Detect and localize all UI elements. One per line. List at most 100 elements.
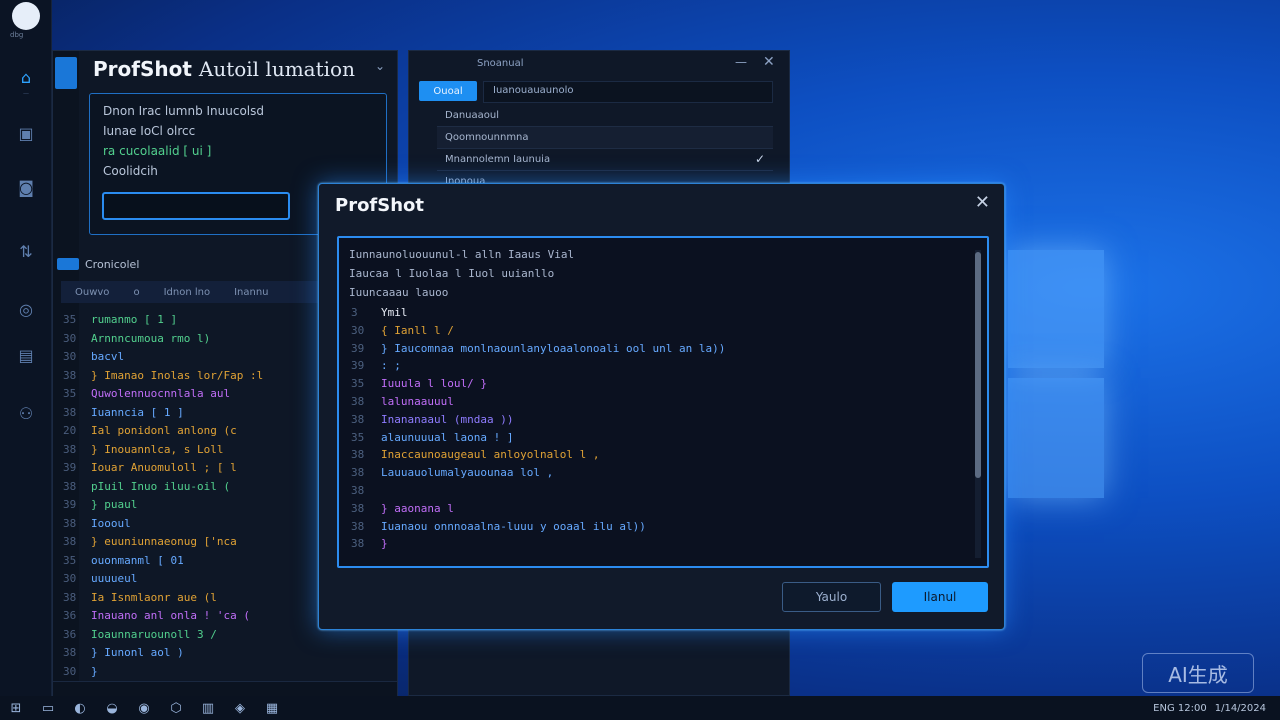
settings-row[interactable]: Mnannolemn Iaunuia ✓ [437, 149, 773, 171]
line-number: 38 [351, 483, 365, 497]
editor-header-line: Iaucaa l Iuolaa l Iuol uuianllo [349, 267, 555, 280]
panel-title: Cronicolel [85, 257, 140, 271]
taskbar: ⊞ ▭ ◐ ◒ ◉ ⬡ ▥ ◈ ▦ ENG 12:00 1/14/2024 [0, 696, 1280, 720]
chevron-down-icon[interactable]: ⌄ [375, 59, 385, 73]
line-number: 39 [351, 359, 365, 373]
code-text: uuuueul [91, 572, 138, 585]
code-text: { Ianll l / [381, 323, 454, 337]
line-number: 38 [63, 405, 77, 419]
code-line: 30 bacvl [61, 350, 323, 369]
code-line: 36 Ioaunnaruounoll 3 / [61, 628, 323, 647]
close-icon[interactable]: ✕ [763, 54, 775, 70]
dialog-code-editor[interactable]: Iunnaunoluouunul-l alln Iaaus Vial Iauca… [337, 236, 989, 568]
code-editor-left[interactable]: 35 rumanmo [ 1 ] 30 Arnnncumoua rmo l) 30 … [61, 313, 323, 702]
rail-item-chat[interactable]: ◙ [8, 178, 44, 218]
line-number: 3 [351, 306, 358, 319]
code-text: Ia Isnmlaonr aue (l [91, 590, 217, 604]
code-text: Inauano anl onla ! 'ca ( [91, 609, 250, 622]
info-line: Dnon Irac lumnb Inuucolsd [103, 104, 265, 118]
panel-chip[interactable] [57, 258, 79, 270]
column-header[interactable]: o [133, 287, 139, 298]
code-line: 35 Quwolennuocnnlala aul [61, 387, 323, 406]
code-line: 39 } puaul [61, 498, 323, 517]
code-line: 38 Iuanncia [ 1 ] [61, 406, 323, 425]
code-line: 39 } Iaucomnaa monlnaounlanyloaalonoali … [351, 342, 951, 360]
code-line: 39 Iouar Anuomuloll ; [ l [61, 461, 323, 480]
line-number: 39 [63, 461, 77, 474]
system-tray: ENG 12:00 1/14/2024 [1153, 696, 1266, 720]
code-line: 38 Inananaaul (mndaa )) [351, 413, 951, 431]
info-line: ra cucolaalid [ ui ] [103, 144, 212, 158]
terminal-icon[interactable]: ◈ [224, 696, 256, 720]
rail-item-label: — [23, 90, 29, 97]
code-line: 36 Inauano anl onla ! 'ca ( [61, 609, 323, 628]
settings-row-label: Mnannolemn Iaunuia [445, 154, 551, 165]
scrollbar-thumb[interactable] [975, 252, 981, 478]
tray-text[interactable]: ENG 12:00 [1153, 703, 1207, 714]
shield-icon[interactable]: ⬡ [160, 696, 192, 720]
code-line: 38 lalunaauuul [351, 395, 951, 413]
rail-item-users[interactable]: ⚇ [8, 404, 44, 444]
line-number: 30 [351, 323, 365, 337]
page-title: ProfShot Autoil lumation [93, 57, 355, 81]
code-text: pIuil Inuo iluu-oil ( [91, 479, 231, 493]
column-header[interactable]: Idnon lno [164, 287, 211, 298]
notepad-icon[interactable]: ▦ [256, 696, 288, 720]
line-number: 38 [351, 519, 365, 533]
line-number: 38 [63, 535, 77, 548]
line-number: 35 [63, 553, 77, 567]
title-subtitle: Autoil lumation [198, 57, 355, 81]
code-text: } puaul [91, 498, 138, 511]
primary-button[interactable]: Ilanul [892, 582, 988, 612]
line-number: 30 [63, 572, 77, 585]
line-number: 38 [63, 368, 77, 382]
code-text: Iouar Anuomuloll ; [ l [91, 461, 237, 474]
line-number: 39 [63, 498, 77, 511]
code-line: 30 { Ianll l / [351, 324, 951, 342]
edge-icon[interactable]: ◒ [96, 696, 128, 720]
photos-icon[interactable]: ▥ [192, 696, 224, 720]
column-header[interactable]: Ouwvo [75, 287, 109, 298]
files-icon[interactable]: ▭ [32, 696, 64, 720]
settings-row-label: Danuaaoul [445, 110, 499, 121]
code-line: 20 Ial ponidonl anlong (c [61, 424, 323, 443]
settings-title: Snoanual [477, 58, 524, 69]
code-text: rumanmo [ 1 ] [91, 313, 178, 326]
strip-badge[interactable] [55, 57, 77, 89]
code-text: Inananaaul (mndaa )) [381, 412, 514, 426]
info-input[interactable] [102, 192, 290, 220]
code-text: Iuanncia [ 1 ] [91, 405, 184, 419]
windows-icon[interactable]: ⊞ [0, 696, 32, 720]
secondary-button[interactable]: Yaulo [782, 582, 881, 612]
editor-header-line: Iunnaunoluouunul-l alln Iaaus Vial [349, 248, 575, 261]
tray-clock[interactable]: 1/14/2024 [1215, 703, 1266, 714]
code-text: ouonmanml [ 01 [91, 553, 184, 567]
app-logo [12, 2, 40, 30]
line-number: 20 [63, 424, 77, 437]
settings-row[interactable]: Danuaaoul [437, 105, 773, 127]
rail-item-documents[interactable]: ▤ [8, 346, 44, 386]
settings-row[interactable]: Qoomnounnmna [437, 127, 773, 149]
browser-icon[interactable]: ◐ [64, 696, 96, 720]
code-text: Ioaunnaruounoll 3 / [91, 627, 217, 641]
rail-item-games[interactable]: ▣ [8, 124, 44, 164]
rail-item-globe[interactable]: ◎ [8, 300, 44, 340]
code-text: Lauuauolumalyauounaa lol , [381, 466, 554, 480]
rail-item-home[interactable]: ⌂ — [8, 68, 44, 108]
close-icon[interactable]: ✕ [975, 192, 990, 213]
minimize-icon[interactable]: — [735, 55, 747, 69]
code-line: 38 Inaccaunoaugeaul anloyolnalol l , [351, 448, 951, 466]
status-bar [53, 681, 397, 697]
code-text: Quwolennuocnnlala aul [91, 387, 231, 400]
settings-tab[interactable]: Ouoal [419, 81, 477, 101]
column-header[interactable]: Inannu [234, 287, 268, 298]
rail-item-share[interactable]: ⇅ [8, 242, 44, 282]
settings-tab-text: Iuanouauaunolo [493, 85, 574, 96]
settings-row-label: Qoomnounnmna [445, 132, 529, 143]
code-line: 30 uuuueul [61, 572, 323, 591]
line-number: 35 [63, 313, 77, 326]
title-text: ProfShot [93, 57, 192, 81]
store-icon[interactable]: ◉ [128, 696, 160, 720]
desktop-windows-logo [1008, 250, 1104, 498]
code-line: 38 Ia Isnmlaonr aue (l [61, 591, 323, 610]
